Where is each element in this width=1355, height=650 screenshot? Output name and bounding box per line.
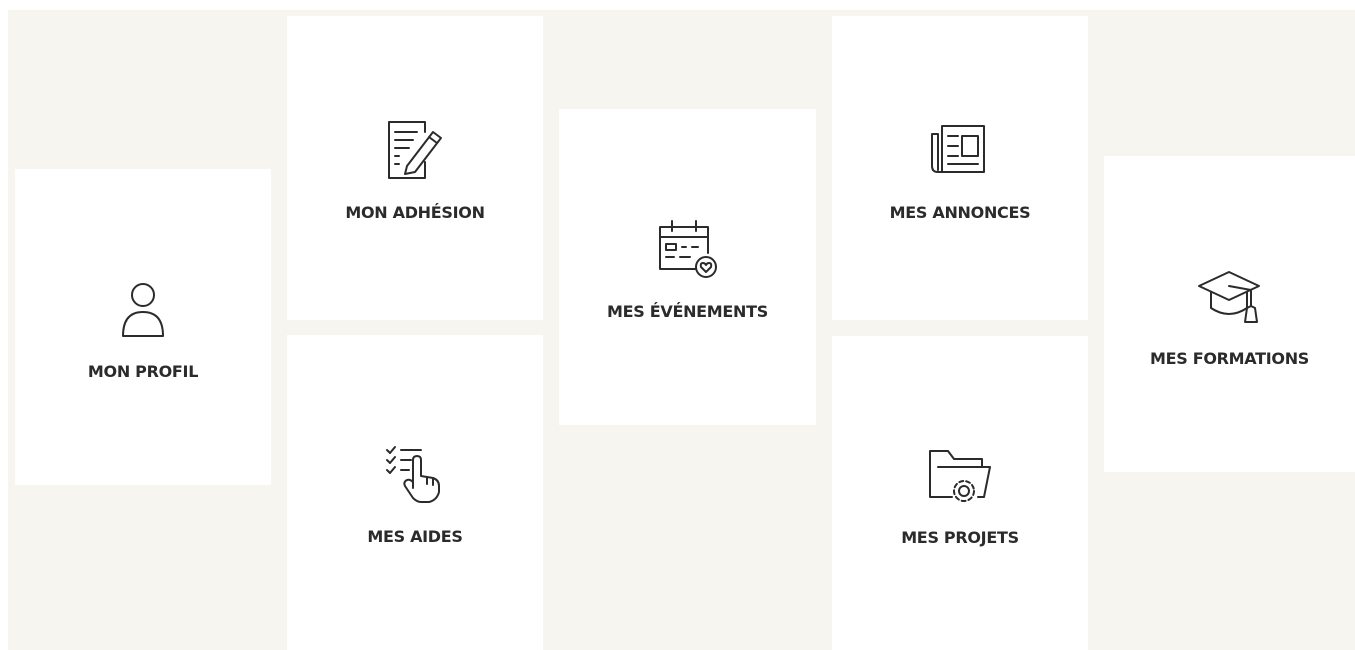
tile-mon-adhesion[interactable]: MON ADHÉSION	[287, 16, 543, 320]
graduation-cap-icon	[1195, 261, 1265, 331]
tile-label: MES ANNONCES	[889, 202, 1031, 222]
calendar-heart-icon	[653, 214, 723, 284]
tile-label: MES PROJETS	[901, 527, 1019, 547]
tile-label: MES AIDES	[367, 527, 463, 546]
folder-gear-icon	[925, 440, 995, 510]
user-icon	[108, 274, 178, 344]
tile-mon-profil[interactable]: MON PROFIL	[15, 169, 271, 485]
tile-label: MES ÉVÉNEMENTS	[607, 301, 768, 321]
tile-label: MON ADHÉSION	[345, 202, 485, 222]
newspaper-icon	[925, 115, 995, 185]
tile-mes-formations[interactable]: MES FORMATIONS	[1104, 156, 1355, 472]
tile-mes-evenements[interactable]: MES ÉVÉNEMENTS	[559, 109, 816, 425]
checklist-hand-icon	[380, 439, 450, 509]
tile-mes-annonces[interactable]: MES ANNONCES	[832, 16, 1088, 320]
tile-label: MES FORMATIONS	[1149, 348, 1310, 368]
tile-mes-projets[interactable]: MES PROJETS	[832, 336, 1088, 650]
dashboard-grid: MON PROFIL MON ADHÉSION MES AIDES MES ÉV…	[8, 10, 1355, 650]
tile-mes-aides[interactable]: MES AIDES	[287, 335, 543, 650]
tile-label: MON PROFIL	[87, 361, 199, 381]
form-pencil-icon	[380, 115, 450, 185]
